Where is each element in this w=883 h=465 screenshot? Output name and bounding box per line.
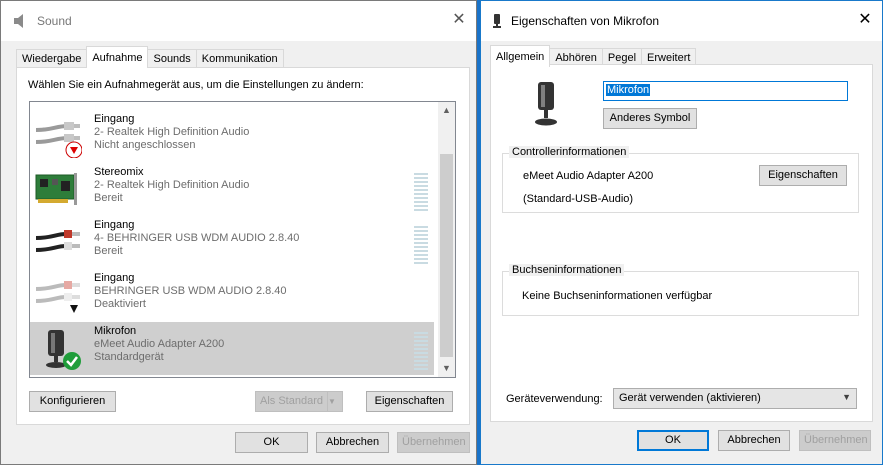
jack-info-text: Keine Buchseninformationen verfügbar (522, 290, 713, 302)
device-name-input[interactable]: Mikrofon (603, 81, 848, 101)
scroll-thumb[interactable] (440, 154, 453, 357)
tab-sounds[interactable]: Sounds (147, 49, 197, 68)
rca-cable-icon (35, 281, 81, 316)
scroll-down-icon[interactable]: ▼ (438, 360, 455, 377)
list-item-eingang-behringer-4[interactable]: Eingang 4- BEHRINGER USB WDM AUDIO 2.8.4… (30, 216, 434, 269)
controller-properties-button[interactable]: Eigenschaften (759, 165, 847, 186)
tab-kommunikation[interactable]: Kommunikation (195, 49, 284, 68)
set-default-button[interactable]: Als Standard ▼ (255, 391, 343, 412)
level-meter (414, 332, 428, 370)
device-desc: BEHRINGER USB WDM AUDIO 2.8.40 (94, 285, 287, 297)
window-title: Sound (37, 14, 72, 28)
properties-titlebar[interactable]: Eigenschaften von Mikrofon ✕ (481, 1, 882, 41)
group-label: Controllerinformationen (509, 146, 630, 158)
properties-button[interactable]: Eigenschaften (366, 391, 453, 412)
device-name: Mikrofon (94, 325, 137, 337)
ok-button[interactable]: OK (235, 432, 308, 453)
device-desc: 2- Realtek High Definition Audio (94, 126, 250, 138)
recording-device-list[interactable]: Eingang 2- Realtek High Definition Audio… (29, 101, 456, 378)
device-name: Eingang (94, 272, 135, 284)
device-usage-value: Gerät verwenden (aktivieren) (619, 392, 761, 404)
sound-tabs: Wiedergabe Aufnahme Sounds Kommunikation (16, 46, 284, 68)
device-desc: eMeet Audio Adapter A200 (94, 338, 225, 350)
tab-aufnahme[interactable]: Aufnahme (86, 46, 149, 68)
level-meter (414, 226, 428, 264)
chevron-down-icon[interactable]: ▼ (327, 392, 342, 411)
microphone-icon (535, 82, 557, 126)
speaker-icon (14, 14, 23, 28)
device-status: Deaktiviert (94, 298, 146, 310)
device-name: Eingang (94, 219, 135, 231)
list-item-stereomix[interactable]: Stereomix 2- Realtek High Definition Aud… (30, 163, 434, 216)
controller-driver: (Standard-USB-Audio) (523, 193, 634, 205)
microphone-icon (493, 14, 501, 28)
list-item-eingang-behringer[interactable]: Eingang BEHRINGER USB WDM AUDIO 2.8.40 D… (30, 269, 434, 322)
device-desc: 2- Realtek High Definition Audio (94, 179, 250, 191)
sound-titlebar[interactable]: Sound ✕ (1, 1, 476, 41)
green-check-icon (63, 352, 81, 370)
device-status: Nicht angeschlossen (94, 139, 196, 151)
list-item-eingang-realtek[interactable]: Eingang 2- Realtek High Definition Audio… (30, 110, 434, 163)
microphone-icon (46, 330, 81, 370)
device-desc: 4- BEHRINGER USB WDM AUDIO 2.8.40 (94, 232, 300, 244)
device-name-value: Mikrofon (606, 84, 651, 96)
instruction-text: Wählen Sie ein Aufnahmegerät aus, um die… (28, 79, 364, 91)
device-name: Stereomix (94, 166, 144, 178)
chevron-down-icon: ▼ (842, 392, 851, 402)
close-icon[interactable]: ✕ (856, 11, 874, 29)
rca-cable-icon (35, 230, 80, 252)
device-usage-select[interactable]: Gerät verwenden (aktivieren) ▼ (613, 388, 857, 409)
list-item-mikrofon[interactable]: Mikrofon eMeet Audio Adapter A200 Standa… (30, 322, 434, 375)
device-list-scrollbar[interactable]: ▲ ▼ (438, 102, 455, 377)
tab-allgemein[interactable]: Allgemein (490, 45, 551, 67)
usage-label: Geräteverwendung: (506, 393, 603, 405)
level-meter (414, 173, 428, 211)
cancel-button[interactable]: Abbrechen (718, 430, 790, 451)
rca-cable-icon (35, 122, 82, 158)
device-status: Standardgerät (94, 351, 164, 363)
device-name: Eingang (94, 113, 135, 125)
configure-button[interactable]: Konfigurieren (29, 391, 116, 412)
group-label: Buchseninformationen (509, 264, 625, 276)
controller-name: eMeet Audio Adapter A200 (523, 170, 654, 182)
apply-button[interactable]: Übernehmen (397, 432, 470, 453)
close-icon[interactable]: ✕ (450, 11, 468, 29)
apply-button[interactable]: Übernehmen (799, 430, 871, 451)
window-title: Eigenschaften von Mikrofon (511, 14, 660, 28)
ok-button[interactable]: OK (637, 430, 709, 451)
device-status: Bereit (94, 245, 123, 257)
change-icon-button[interactable]: Anderes Symbol (603, 108, 697, 129)
tab-wiedergabe[interactable]: Wiedergabe (16, 49, 88, 68)
set-default-label: Als Standard (260, 395, 323, 407)
device-status: Bereit (94, 192, 123, 204)
scroll-up-icon[interactable]: ▲ (438, 102, 455, 119)
cancel-button[interactable]: Abbrechen (316, 432, 389, 453)
sound-card-icon (35, 173, 77, 205)
